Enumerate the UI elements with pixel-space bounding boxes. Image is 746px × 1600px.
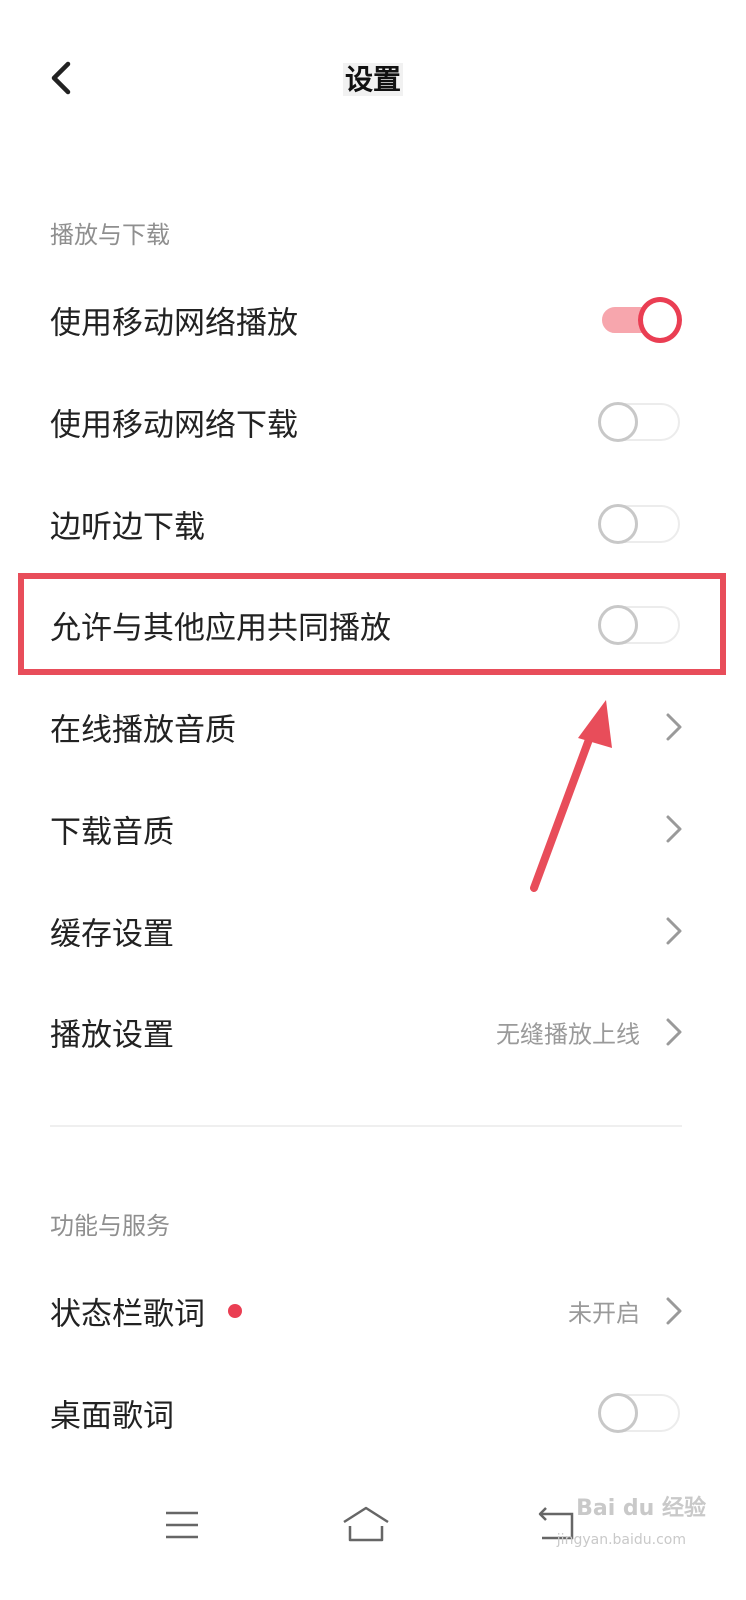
setting-row-mix-with-other-apps[interactable]: 允许与其他应用共同播放 (0, 575, 746, 675)
setting-value: 未开启 (568, 1299, 640, 1328)
setting-value: 无缝播放上线 (496, 1020, 640, 1049)
setting-label: 桌面歌词 (50, 1398, 174, 1435)
desktop-lyrics-toggle[interactable] (598, 1390, 682, 1436)
section-title-features-services: 功能与服务 (50, 1212, 170, 1240)
chevron-right-icon (664, 813, 684, 845)
mix-with-other-apps-toggle[interactable] (598, 602, 682, 648)
home-icon (343, 1506, 389, 1542)
download-while-listening-toggle[interactable] (598, 501, 682, 547)
setting-row-status-bar-lyrics[interactable]: 状态栏歌词 未开启 (0, 1261, 746, 1361)
setting-label: 边听边下载 (50, 509, 205, 546)
setting-label: 缓存设置 (50, 916, 174, 953)
toggle-knob (598, 504, 638, 544)
mobile-play-toggle[interactable] (598, 297, 682, 343)
toggle-knob (638, 297, 682, 343)
chevron-right-icon (664, 711, 684, 743)
setting-label: 允许与其他应用共同播放 (50, 610, 391, 647)
menu-button[interactable] (152, 1500, 212, 1550)
toggle-knob (598, 1393, 638, 1433)
chevron-right-icon (664, 915, 684, 947)
section-divider (50, 1125, 682, 1127)
setting-label: 使用移动网络播放 (50, 305, 298, 342)
setting-row-cache[interactable]: 缓存设置 (0, 881, 746, 981)
toggle-knob (598, 402, 638, 442)
page-title: 设置 (342, 63, 403, 96)
watermark: Bai du 经验 (576, 1496, 706, 1521)
setting-row-download-quality[interactable]: 下载音质 (0, 779, 746, 879)
setting-label: 下载音质 (50, 814, 174, 851)
setting-row-online-quality[interactable]: 在线播放音质 (0, 677, 746, 777)
setting-label: 播放设置 (50, 1017, 174, 1054)
chevron-right-icon (664, 1016, 684, 1048)
home-button[interactable] (336, 1500, 396, 1550)
toggle-knob (598, 605, 638, 645)
watermark-url: jingyan.baidu.com (556, 1532, 686, 1548)
chevron-right-icon (664, 1295, 684, 1327)
setting-row-mobile-download[interactable]: 使用移动网络下载 (0, 372, 746, 472)
setting-label: 使用移动网络下载 (50, 407, 298, 444)
header: 设置 (0, 0, 746, 160)
red-dot-badge (228, 1304, 242, 1318)
setting-label: 状态栏歌词 (50, 1296, 205, 1333)
setting-row-playback[interactable]: 播放设置 无缝播放上线 (0, 982, 746, 1082)
mobile-download-toggle[interactable] (598, 399, 682, 445)
setting-row-desktop-lyrics[interactable]: 桌面歌词 (0, 1363, 746, 1463)
setting-row-mobile-play[interactable]: 使用移动网络播放 (0, 270, 746, 370)
setting-row-download-while-listening[interactable]: 边听边下载 (0, 474, 746, 574)
menu-icon (166, 1511, 198, 1539)
section-title-playback-download: 播放与下载 (50, 221, 170, 249)
setting-label: 在线播放音质 (50, 712, 236, 749)
